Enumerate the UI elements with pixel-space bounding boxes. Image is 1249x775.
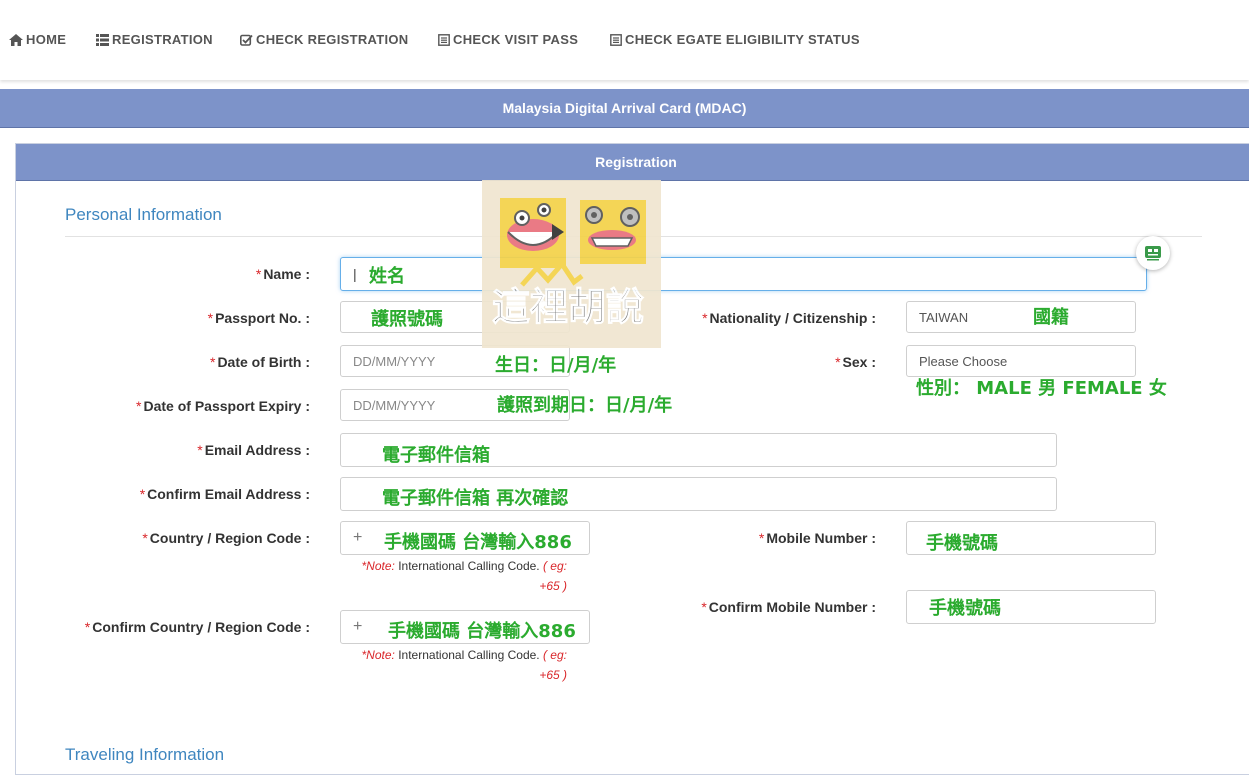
mobile-label: * Mobile Number : (758, 530, 876, 546)
annotation-passport: 護照號碼 (371, 309, 443, 330)
email-label: * Email Address : (197, 442, 310, 458)
annotation-country-code: 手機國碼 台灣輸入886 (384, 532, 572, 553)
country-code-note: *Note: International Calling Code. ( eg:… (361, 559, 567, 593)
nationality-value: TAIWAN (919, 309, 969, 325)
name-label: * Name : (255, 266, 310, 282)
watermark-sticker: 這裡胡說 (482, 180, 661, 348)
list-icon (96, 33, 109, 46)
annotation-dob: 生日：日/月/年 (495, 355, 617, 376)
plus-prefix: + (353, 618, 363, 635)
dob-label: * Date of Birth : (209, 354, 310, 370)
annotation-expiry: 護照到期日：日/月/年 (497, 395, 673, 416)
check-square-icon (240, 34, 253, 46)
annotation-mobile: 手機號碼 (926, 533, 998, 554)
mdac-header-band: Malaysia Digital Arrival Card (MDAC) (0, 89, 1249, 128)
nav-check-registration[interactable]: CHECK REGISTRATION (240, 32, 409, 47)
confirm-country-code-label: * Confirm Country / Region Code : (84, 619, 310, 635)
plus-prefix: + (353, 529, 363, 546)
nav-home[interactable]: HOME (9, 32, 66, 47)
expiry-placeholder: DD/MM/YYYY (353, 397, 436, 413)
passport-label: * Passport No. : (207, 310, 310, 326)
nationality-select[interactable]: TAIWAN (906, 301, 1136, 333)
top-navbar: HOME REGISTRATION CHECK REGISTRATION CHE… (0, 0, 1249, 80)
confirm-country-code-note: *Note: International Calling Code. ( eg:… (361, 648, 567, 682)
cartoon-faces-logo: 這裡胡說 (492, 198, 646, 330)
document-icon (438, 33, 450, 46)
nationality-label: * Nationality / Citizenship : (702, 310, 876, 326)
nav-check-visit-pass-label: CHECK VISIT PASS (453, 32, 579, 47)
passport-expiry-label: * Date of Passport Expiry : (136, 398, 310, 414)
annotation-confirm-email: 電子郵件信箱 再次確認 (382, 488, 569, 509)
annotation-nationality: 國籍 (1033, 307, 1069, 328)
annotation-confirm-mobile: 手機號碼 (929, 598, 1001, 619)
mdac-title: Malaysia Digital Arrival Card (MDAC) (502, 100, 747, 116)
nav-registration[interactable]: REGISTRATION (96, 32, 213, 47)
confirm-mobile-label: * Confirm Mobile Number : (701, 599, 876, 615)
sex-select[interactable]: Please Choose (906, 345, 1136, 377)
chat-bot-button[interactable] (1136, 236, 1170, 270)
name-input[interactable]: | (340, 257, 1147, 291)
home-icon (9, 33, 23, 46)
nav-check-visit-pass[interactable]: CHECK VISIT PASS (438, 32, 578, 47)
annotation-email: 電子郵件信箱 (382, 445, 490, 466)
dob-placeholder: DD/MM/YYYY (353, 353, 436, 369)
nav-check-egate-label: CHECK EGATE ELIGIBILITY STATUS (625, 32, 860, 47)
section-personal-information: Personal Information (65, 205, 222, 224)
registration-panel-header: Registration (16, 144, 1249, 181)
nav-check-egate[interactable]: CHECK EGATE ELIGIBILITY STATUS (610, 32, 860, 47)
sex-label: * Sex : (835, 354, 876, 370)
section-traveling-information: Traveling Information (65, 745, 225, 764)
confirm-email-label: * Confirm Email Address : (139, 486, 310, 502)
nav-check-registration-label: CHECK REGISTRATION (256, 32, 409, 47)
nav-home-label: HOME (26, 32, 67, 47)
annotation-name: 姓名 (369, 266, 405, 287)
country-code-label: * Country / Region Code : (142, 530, 310, 546)
registration-title: Registration (595, 154, 677, 170)
svg-text:這裡胡說: 這裡胡說 (492, 285, 644, 329)
sex-value: Please Choose (919, 353, 1008, 369)
nav-registration-label: REGISTRATION (112, 32, 213, 47)
robot-icon (1145, 246, 1161, 261)
annotation-confirm-country-code: 手機國碼 台灣輸入886 (388, 621, 576, 642)
annotation-sex: 性別： MALE 男 FEMALE 女 (916, 378, 1167, 399)
document-icon (610, 33, 622, 46)
